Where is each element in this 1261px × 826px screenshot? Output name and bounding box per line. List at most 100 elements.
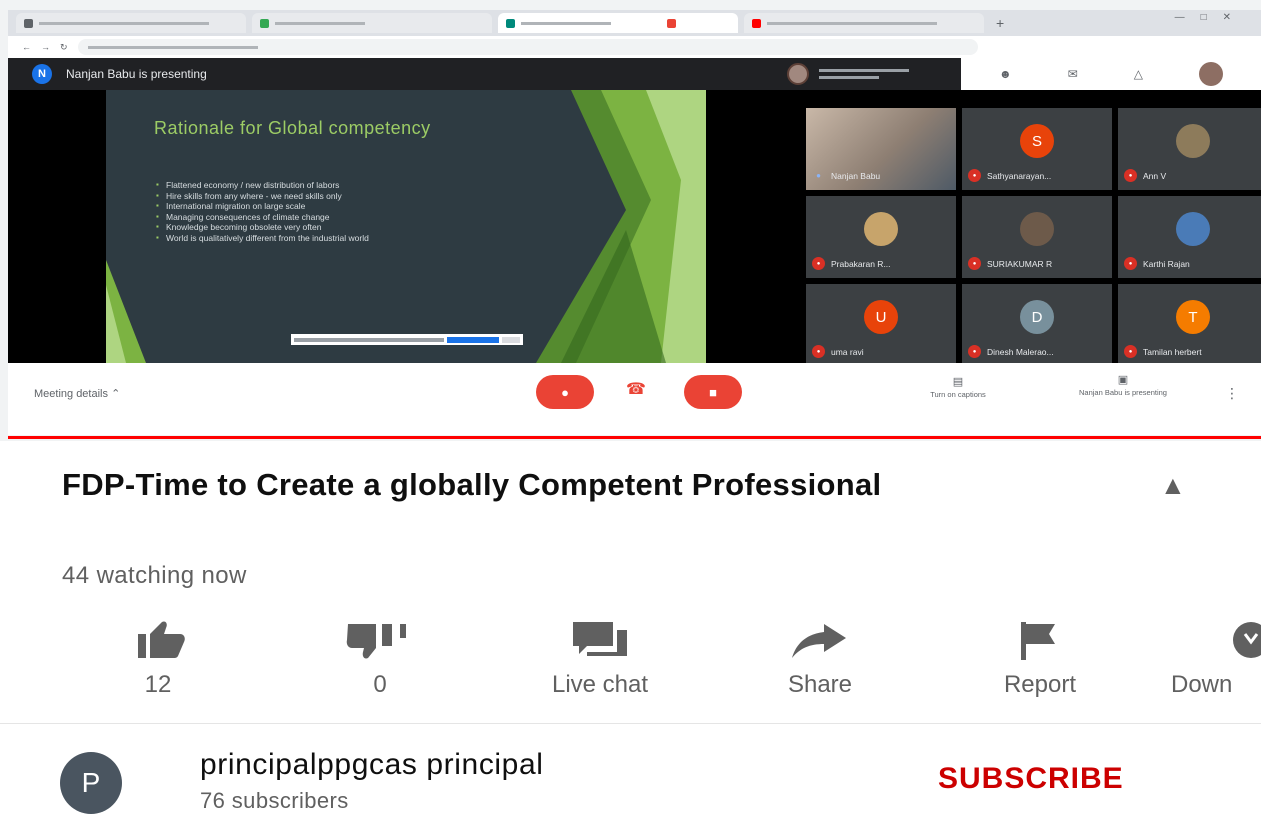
mic-off-icon: ● [1124,169,1137,182]
browser-tab-youtube[interactable] [744,13,984,33]
mic-off-icon: ● [561,384,569,400]
hang-up-icon[interactable]: ☎ [626,379,646,399]
participant-tile[interactable]: ● Prabakaran R... [806,196,956,278]
activities-icon[interactable]: △ [1134,67,1143,81]
report-label: Report [1003,671,1077,698]
subscribe-button[interactable]: SUBSCRIBE [938,762,1124,796]
watching-count: 44 watching now [62,562,247,589]
thumbs-up-icon [118,612,198,668]
collapse-caret-icon[interactable]: ▲ [1160,470,1186,501]
participant-name: Dinesh Malerao... [987,346,1054,357]
live-chat-button[interactable]: Live chat [520,612,680,712]
share-label: Share [787,671,853,698]
new-tab-icon[interactable]: + [990,15,1010,31]
meet-top-icons: ☻ ✉ △ [961,58,1261,90]
participant-tile[interactable]: T ● Tamilan herbert [1118,284,1261,366]
video-progress-fill [8,436,1261,439]
like-count: 12 [144,671,172,698]
participants-summary[interactable] [819,69,939,79]
participant-name: Ann V [1143,170,1167,181]
mic-off-icon: ● [812,257,825,270]
meet-stage: Rationale for Global competency Flattene… [8,90,1261,366]
slide-bullet: World is qualitatively different from th… [156,233,536,244]
present-icon: ▣ [1117,374,1129,386]
like-button[interactable]: 12 [118,612,198,712]
dislike-count: 0 [373,671,387,698]
participant-tile[interactable]: ● Nanjan Babu [806,108,956,190]
video-title[interactable]: FDP-Time to Create a globally Competent … [62,465,1122,505]
self-avatar[interactable] [1198,62,1223,86]
participant-name: SURIAKUMAR R [987,258,1053,269]
window-controls-icon[interactable]: —□✕ [1175,12,1247,23]
download-label: Down [1171,671,1233,698]
slide-bullet-list: Flattened economy / new distribution of … [156,180,536,243]
participant-avatar [1020,212,1054,246]
chat-icon[interactable]: ✉ [1068,67,1078,81]
screen-share-notice-bar [291,334,523,345]
hide-button[interactable] [502,336,520,343]
captions-icon: ▤ [952,376,964,388]
url-field[interactable] [77,39,978,55]
participant-avatar: S [1020,124,1054,158]
participant-tile[interactable]: ● Ann V [1118,108,1261,190]
slide-bullet: Knowledge becoming obsolete very often [156,222,536,233]
video-player[interactable]: + —□✕ ← → ↻ N Nanjan Babu is presenting … [0,0,1261,441]
channel-avatar[interactable]: P [60,752,122,814]
report-button[interactable]: Report [975,612,1105,712]
presentation-slide: Rationale for Global competency Flattene… [106,90,706,363]
browser-tab[interactable] [252,13,492,33]
video-title-row: FDP-Time to Create a globally Competent … [62,465,1122,505]
participant-tile[interactable]: D ● Dinesh Malerao... [962,284,1112,366]
participant-name: Nanjan Babu [831,170,881,181]
participant-tile[interactable]: ● SURIAKUMAR R [962,196,1112,278]
video-progress-bar[interactable] [8,436,1261,439]
participant-name: Sathyanarayan... [987,170,1052,181]
video-actions: 12 0 Live chat Share Report Down [0,612,1261,712]
participant-tile[interactable]: ● Karthi Rajan [1118,196,1261,278]
presenting-label: Nanjan Babu is presenting [66,67,207,81]
presentation-status-button[interactable]: ▣ Nanjan Babu is presenting [1078,373,1168,397]
forward-icon[interactable]: → [41,42,50,52]
share-arrow-icon [760,612,880,668]
captions-button[interactable]: ▤ Turn on captions [913,375,1003,399]
subscriber-count: 76 subscribers [200,788,349,813]
slide-bullet: International migration on large scale [156,201,536,212]
browser-address-bar: ← → ↻ [8,36,1261,58]
browser-tab[interactable] [16,13,246,33]
meet-control-bar: Meeting details ⌃ ● ☎ ■ ▤ Turn on caption… [8,363,1261,435]
mic-off-icon: ● [812,345,825,358]
participant-avatar [1176,124,1210,158]
download-icon [1165,612,1261,668]
back-icon[interactable]: ← [22,42,31,52]
thumbs-down-icon [340,612,420,668]
more-options-icon[interactable]: ⋮ [1225,385,1239,402]
chat-bubbles-icon [520,612,680,668]
dislike-button[interactable]: 0 [340,612,420,712]
stop-sharing-button[interactable] [447,336,499,343]
share-button[interactable]: Share [760,612,880,712]
participant-name: Tamilan herbert [1143,346,1202,357]
participant-tile[interactable]: U ● uma ravi [806,284,956,366]
meeting-details-label: Meeting details [34,388,108,400]
divider [0,723,1261,724]
mic-off-icon: ● [968,169,981,182]
participant-avatar [1176,212,1210,246]
participant-avatar: D [1020,300,1054,334]
meeting-details-button[interactable]: Meeting details ⌃ [34,387,120,400]
people-icon[interactable]: ☻ [999,67,1012,81]
participant-avatar: U [864,300,898,334]
browser-tab-strip: + [8,10,1261,36]
meet-top-bar: N Nanjan Babu is presenting ☻ ✉ △ [8,58,1261,90]
channel-name[interactable]: principalppgcas principal [200,748,544,782]
camera-toggle-button[interactable]: ■ [684,375,742,409]
download-button[interactable]: Down [1165,612,1261,712]
chevron-up-icon: ⌃ [111,388,121,400]
mic-toggle-button[interactable]: ● [536,375,594,409]
browser-tab-meet[interactable] [498,13,738,33]
mic-off-icon: ● [1124,257,1137,270]
captions-label: Turn on captions [930,390,986,399]
reload-icon[interactable]: ↻ [60,42,68,53]
participant-name: Karthi Rajan [1143,258,1190,269]
participant-tile[interactable]: S ● Sathyanarayan... [962,108,1112,190]
flag-icon [975,612,1105,668]
